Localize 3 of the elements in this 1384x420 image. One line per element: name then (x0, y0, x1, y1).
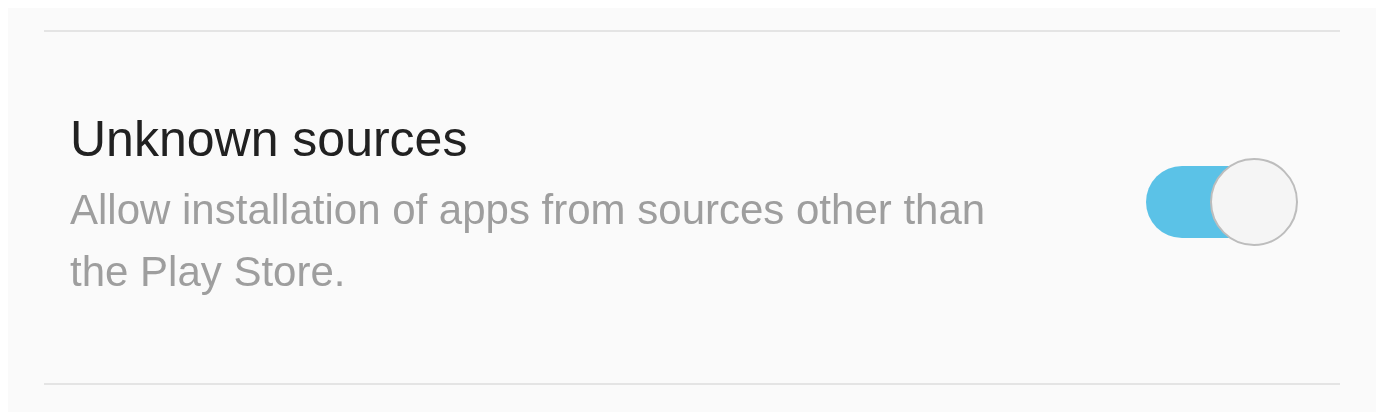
setting-title: Unknown sources (70, 109, 469, 169)
setting-description: Allow installation of apps from sources other than the Play Store. (70, 184, 987, 297)
toggle-switch[interactable] (1146, 157, 1298, 246)
